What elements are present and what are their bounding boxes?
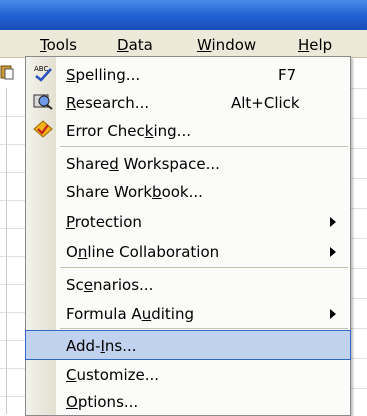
menu-item-scenarios[interactable]: Scenarios...: [26, 270, 350, 298]
menu-window[interactable]: Window: [197, 36, 256, 54]
menu-data[interactable]: Data: [117, 36, 153, 54]
menu-item-online-collaboration[interactable]: Online Collaboration: [26, 237, 350, 265]
menu-item-share-workbook[interactable]: Share Workbook...: [26, 177, 350, 205]
menu-separator: [60, 267, 348, 268]
submenu-arrow-icon: [330, 309, 336, 319]
menu-item-add-ins[interactable]: Add-Ins...: [25, 330, 351, 360]
toolbar-paste-icon[interactable]: [0, 64, 14, 80]
menu-item-error-checking[interactable]: Error Checking...: [26, 116, 350, 144]
menu-item-research[interactable]: Research... Alt+Click: [26, 88, 350, 116]
submenu-arrow-icon: [330, 217, 336, 227]
menu-item-protection[interactable]: Protection: [26, 207, 350, 235]
menu-item-formula-auditing[interactable]: Formula Auditing: [26, 299, 350, 327]
window-title-bar[interactable]: [0, 0, 367, 30]
research-icon: [33, 94, 53, 110]
menu-tools[interactable]: Tools: [40, 36, 77, 54]
spelling-icon: ABC: [34, 65, 52, 82]
svg-text:ABC: ABC: [34, 65, 48, 73]
research-shortcut: Alt+Click: [231, 94, 300, 112]
menu-item-shared-workspace[interactable]: Shared Workspace...: [26, 149, 350, 177]
menu-separator: [60, 146, 348, 147]
menu-item-customize[interactable]: Customize...: [26, 360, 350, 388]
menu-help[interactable]: Help: [298, 36, 332, 54]
worksheet-grid-right[interactable]: [351, 58, 367, 414]
menu-item-spelling[interactable]: ABC Spelling... F7: [26, 60, 350, 88]
tools-dropdown-menu: ABC Spelling... F7 Research... Alt+Click…: [25, 56, 351, 416]
menu-separator: [60, 328, 348, 329]
menu-bar: Tools Data Window Help: [0, 30, 367, 87]
submenu-arrow-icon: [330, 247, 336, 257]
spelling-shortcut: F7: [278, 66, 297, 84]
error-checking-icon: [33, 120, 53, 138]
menu-item-options[interactable]: Options...: [26, 387, 350, 415]
